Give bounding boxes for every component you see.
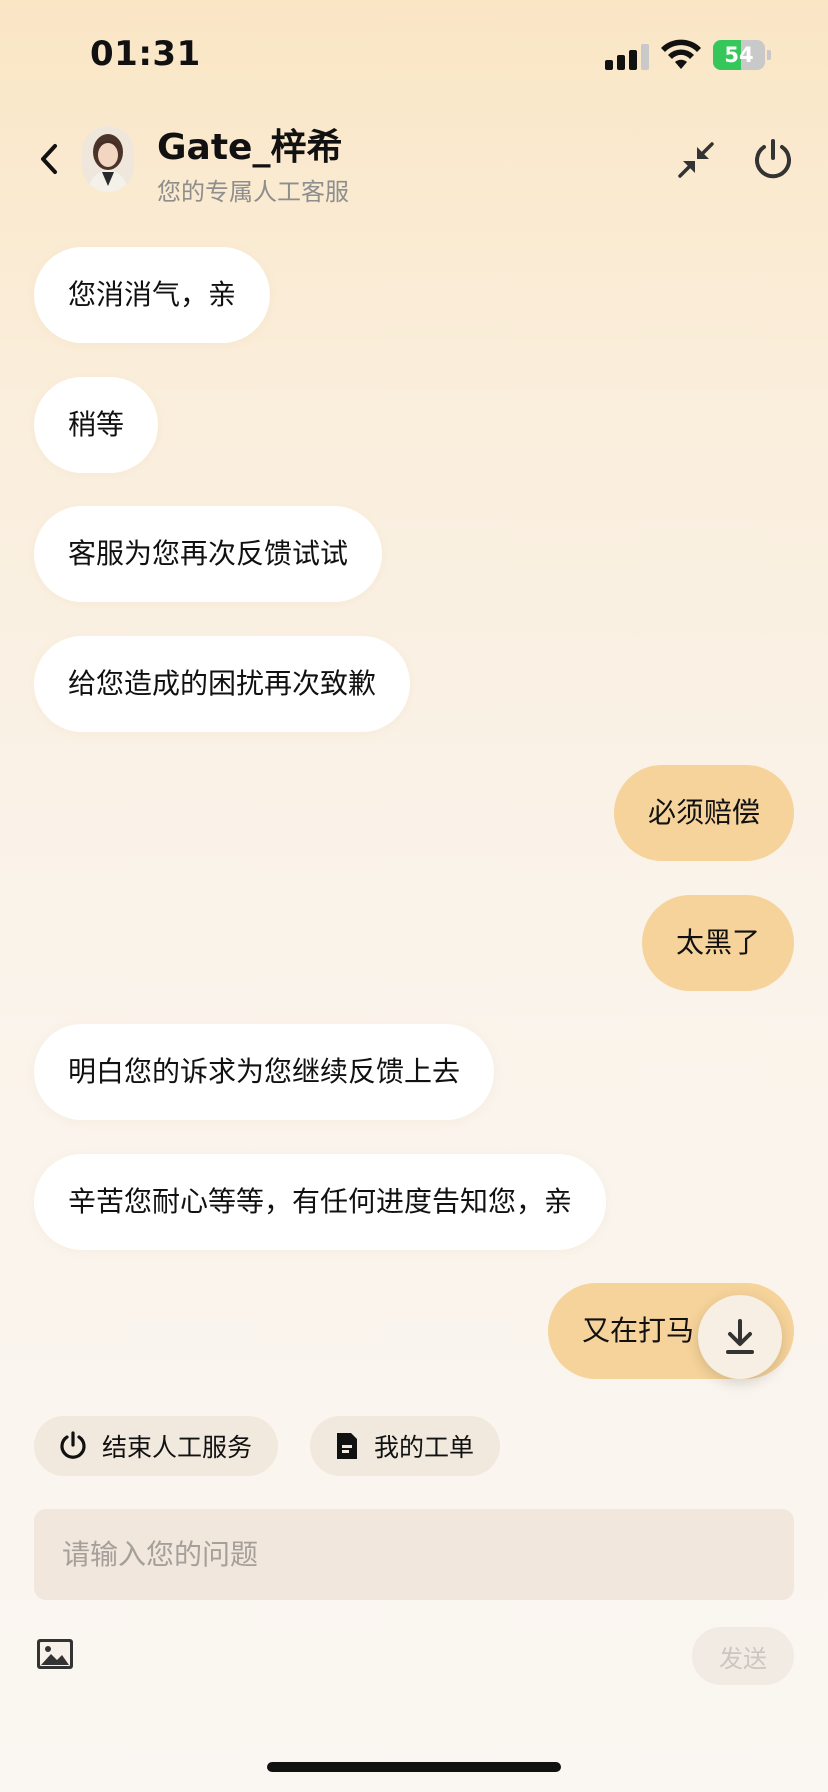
my-tickets-label: 我的工单 [374,1433,475,1462]
document-icon [337,1433,357,1459]
battery-percent: 54 [724,43,754,67]
scroll-to-bottom-button[interactable] [698,1295,782,1379]
message-input[interactable] [34,1509,794,1600]
status-time: 01:31 [90,34,201,74]
send-button[interactable]: 发送 [692,1627,794,1685]
wifi-icon [660,38,702,70]
incoming-message: 给您造成的困扰再次致歉 [34,636,411,732]
status-bar: 01:31 54 [0,0,828,110]
download-arrow-icon [726,1319,754,1354]
signal-icon [605,44,649,70]
agent-subtitle: 您的专属人工客服 [157,178,349,206]
chat-header: Gate_梓希 您的专属人工客服 [0,110,828,218]
incoming-message: 您消消气，亲 [34,247,271,343]
incoming-message: 明白您的诉求为您继续反馈上去 [34,1024,495,1120]
power-icon [755,139,791,179]
message-input-container [34,1509,794,1600]
image-upload-button[interactable] [36,1638,74,1670]
outgoing-message: 太黑了 [641,895,794,991]
incoming-message: 客服为您再次反馈试试 [34,506,383,602]
end-service-button[interactable]: 结束人工服务 [34,1416,279,1476]
chevron-left-icon [41,144,57,174]
minimize-button[interactable] [676,140,716,180]
agent-name: Gate_梓希 [157,127,343,168]
collapse-arrows-icon [678,142,714,178]
outgoing-message: 必须赔偿 [613,765,794,861]
end-chat-button[interactable] [752,138,794,180]
battery-icon: 54 [713,40,771,70]
back-button[interactable] [28,138,70,180]
incoming-message: 辛苦您耐心等等，有任何进度告知您，亲 [34,1154,607,1250]
my-tickets-button[interactable]: 我的工单 [310,1416,501,1476]
image-icon [37,1639,73,1669]
incoming-message: 稍等 [34,377,159,473]
end-service-label: 结束人工服务 [102,1433,253,1462]
home-indicator [267,1762,561,1772]
power-icon [60,1431,86,1459]
agent-avatar[interactable] [82,126,134,192]
